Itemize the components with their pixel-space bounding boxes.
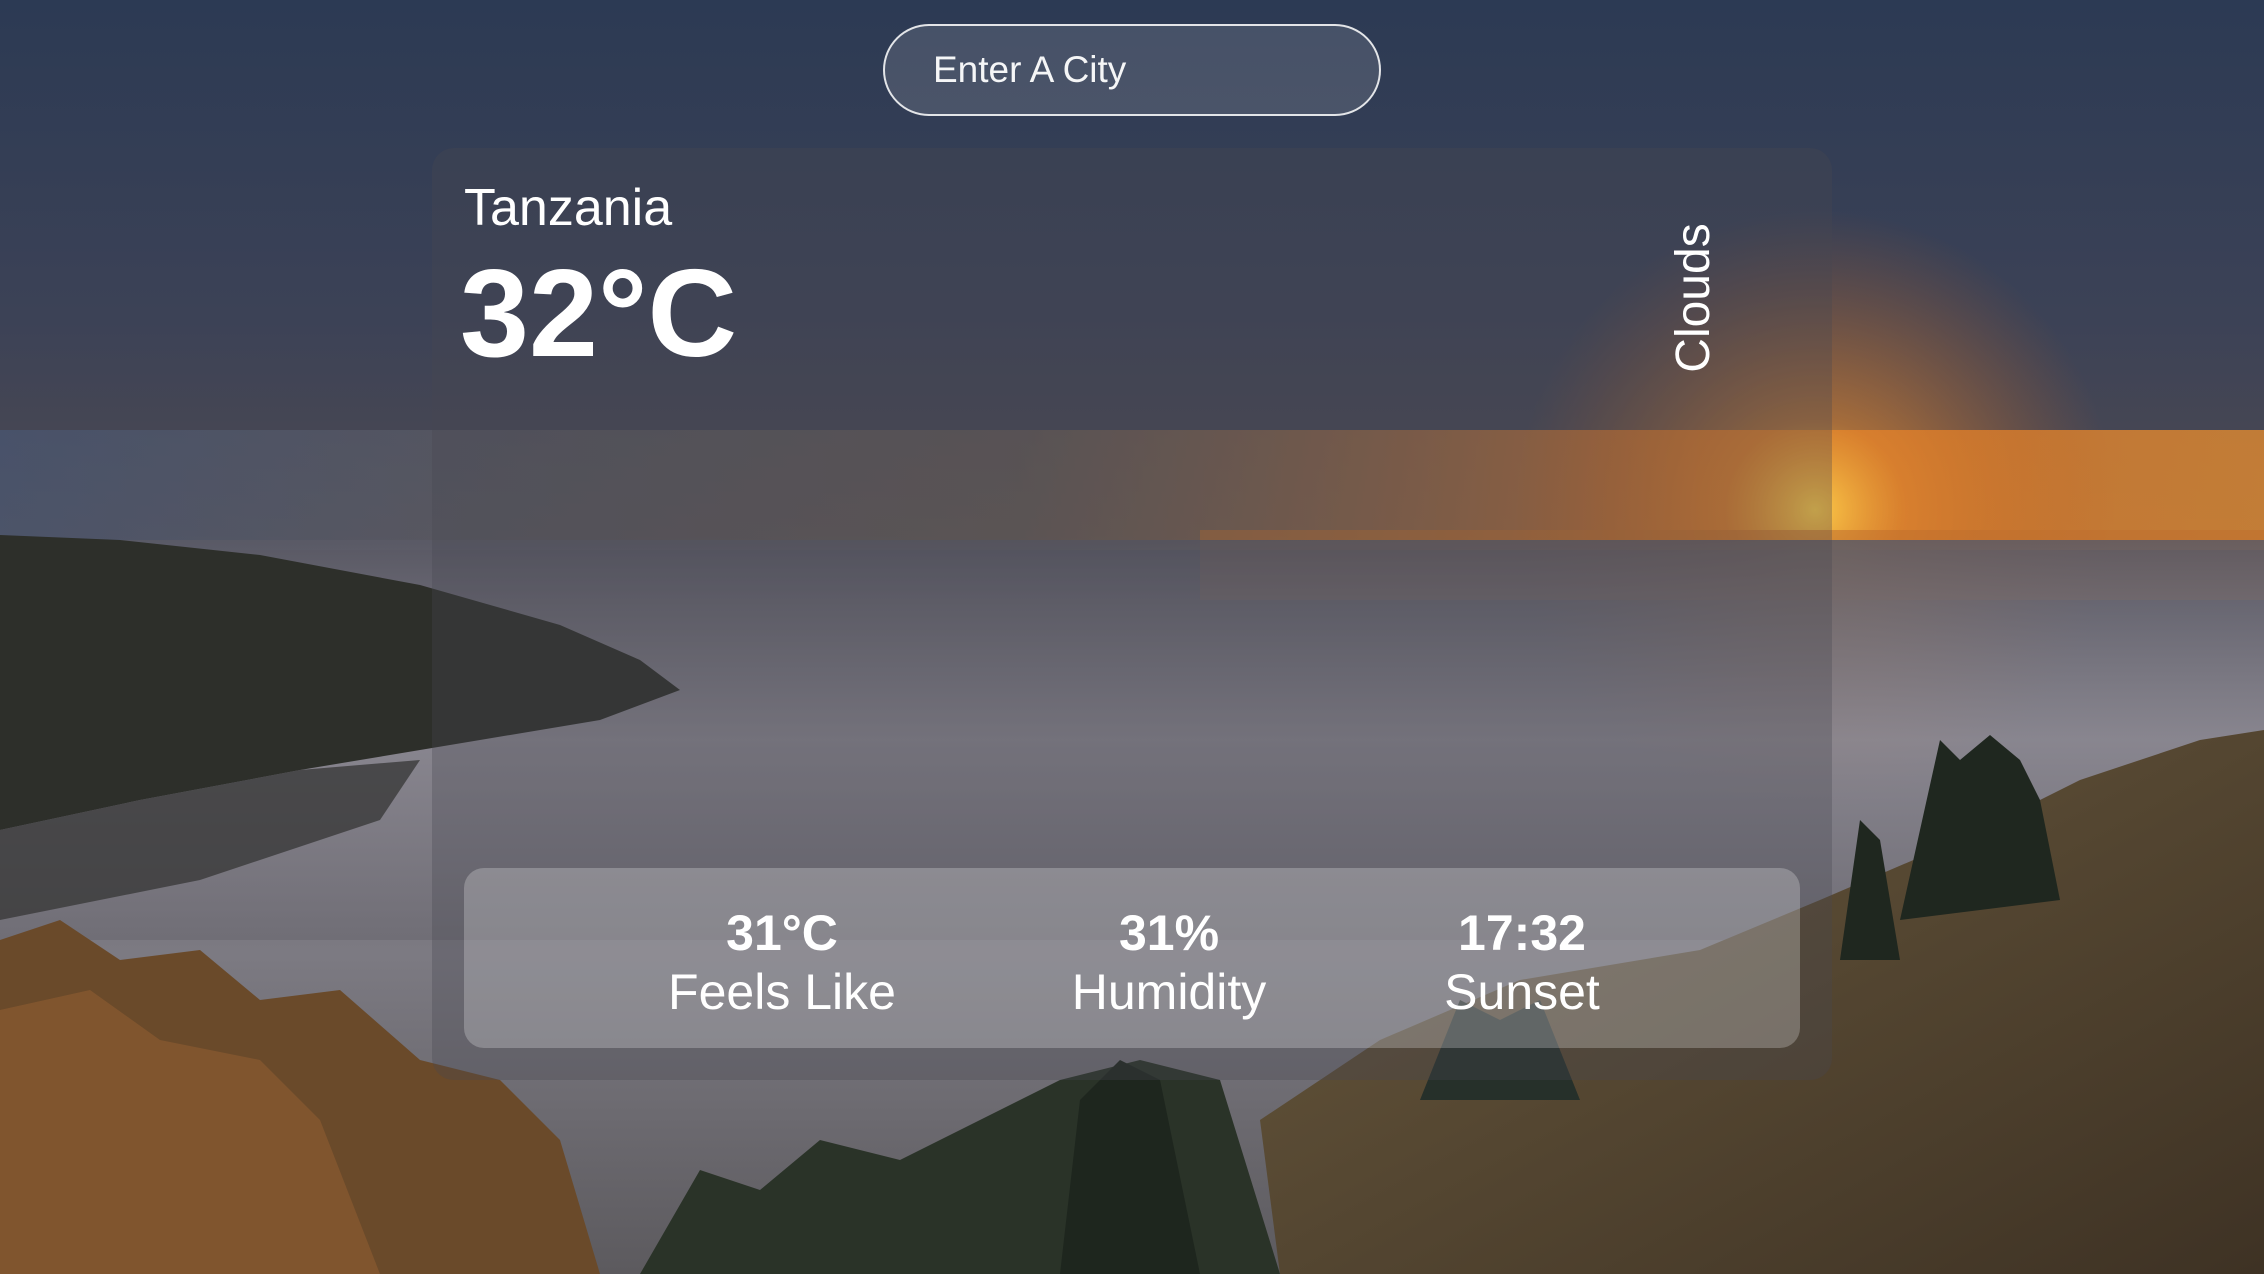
city-search-input[interactable] xyxy=(883,24,1381,116)
sunset-detail: 17:32 Sunset xyxy=(1444,904,1600,1022)
feels-like-label: Feels Like xyxy=(668,964,896,1020)
weather-details-panel: 31°C Feels Like 31% Humidity 17:32 Sunse… xyxy=(464,868,1800,1048)
humidity-label: Humidity xyxy=(1071,964,1267,1020)
feels-like-detail: 31°C Feels Like xyxy=(668,904,896,1022)
current-temperature: 32°C xyxy=(460,245,738,383)
weather-card: Tanzania 32°C Clouds 31°C Feels Like 31%… xyxy=(432,148,1832,1080)
feels-like-value: 31°C xyxy=(726,905,838,961)
city-name: Tanzania xyxy=(464,179,673,237)
humidity-value: 31% xyxy=(1118,905,1220,961)
weather-condition: Clouds xyxy=(1667,223,1720,373)
humidity-detail: 31% Humidity xyxy=(1072,904,1266,1022)
sunset-label: Sunset xyxy=(1444,964,1600,1020)
city-search xyxy=(883,24,1381,116)
sunset-value: 17:32 xyxy=(1458,905,1586,961)
